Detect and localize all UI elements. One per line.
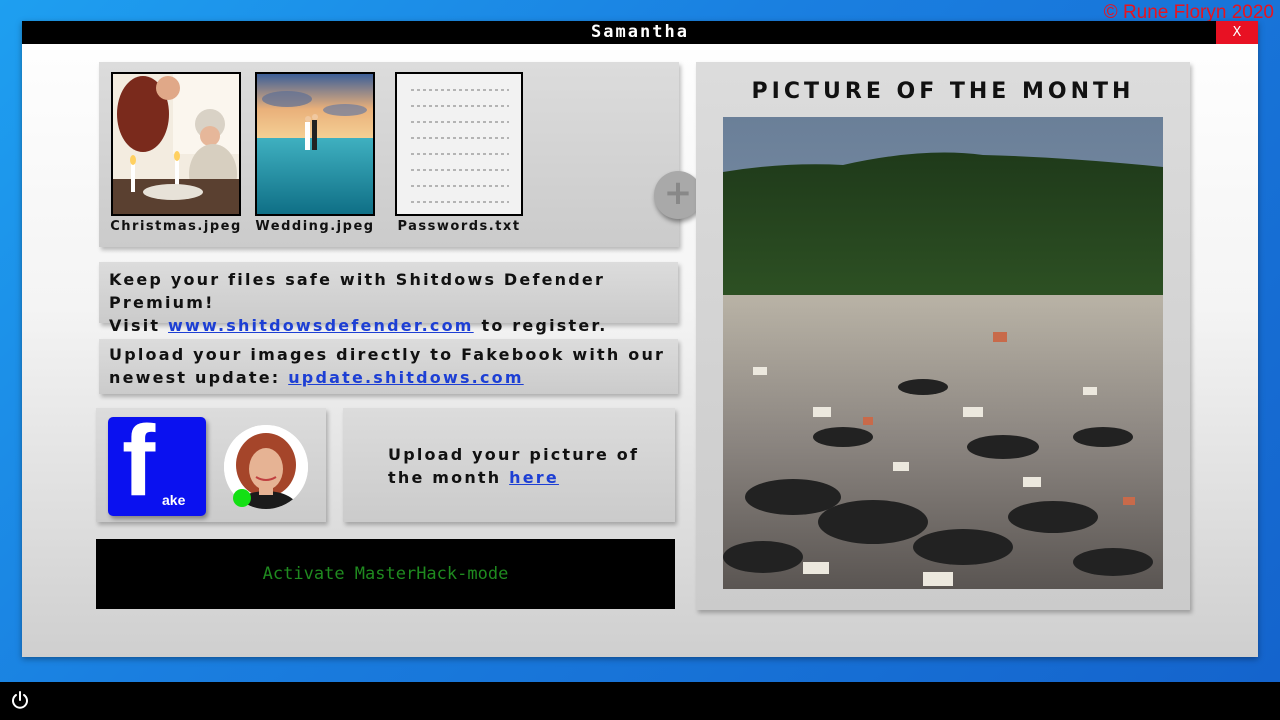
- christmas-thumbnail: [111, 72, 241, 216]
- window-title: Samantha: [591, 22, 689, 42]
- upload-instructions: Upload your picture of the month here: [388, 443, 639, 489]
- file-passwords[interactable]: Passwords.txt: [393, 72, 525, 234]
- promo-line: Upload your images directly to Fakebook …: [109, 345, 666, 364]
- fakebook-panel: f ake: [96, 408, 326, 522]
- fakebook-logo[interactable]: f ake: [108, 411, 206, 516]
- wedding-thumbnail: [255, 72, 375, 216]
- upload-prefix: the month: [388, 468, 502, 487]
- promo-prefix: newest update:: [109, 368, 281, 387]
- taskbar: [0, 682, 1280, 720]
- picture-of-the-month-panel: PICTURE OF THE MONTH: [696, 62, 1190, 610]
- file-name: Wedding.jpeg: [255, 219, 375, 234]
- title-bar[interactable]: Samantha X: [22, 21, 1258, 44]
- files-panel: Christmas.jpeg Wedding.jpeg Passwords.tx…: [99, 62, 702, 247]
- fakebook-promo: Upload your images directly to Fakebook …: [99, 339, 678, 394]
- upload-line: the month here: [388, 466, 639, 489]
- promo-prefix: Visit: [109, 316, 161, 335]
- file-christmas[interactable]: Christmas.jpeg: [109, 72, 243, 234]
- potm-image[interactable]: [723, 117, 1163, 589]
- masterhack-button[interactable]: Activate MasterHack-mode: [96, 539, 675, 609]
- masterhack-label: Activate MasterHack-mode: [262, 564, 509, 584]
- close-button[interactable]: X: [1216, 21, 1258, 44]
- plus-icon: +: [663, 173, 693, 213]
- defender-promo: Keep your files safe with Shitdows Defen…: [99, 262, 678, 335]
- potm-title: PICTURE OF THE MONTH: [751, 79, 1135, 104]
- power-icon[interactable]: [10, 690, 30, 710]
- defender-link[interactable]: www.shitdowsdefender.com: [168, 316, 474, 335]
- upload-here-link[interactable]: here: [509, 468, 559, 487]
- promo-line: newest update: update.shitdows.com: [109, 366, 668, 389]
- add-file-button[interactable]: +: [654, 171, 702, 219]
- fakebook-suffix: ake: [162, 492, 186, 508]
- online-status-indicator: [233, 489, 251, 507]
- file-name: Passwords.txt: [397, 219, 521, 234]
- upload-panel: Upload your picture of the month here: [343, 408, 675, 522]
- app-window: Samantha X Christmas.jpeg Wedding.jpeg P…: [22, 21, 1258, 657]
- text-document-icon: [395, 72, 523, 216]
- file-wedding[interactable]: Wedding.jpeg: [253, 72, 377, 234]
- update-link[interactable]: update.shitdows.com: [288, 368, 524, 387]
- promo-line: Visit www.shitdowsdefender.com to regist…: [109, 314, 668, 337]
- file-name: Christmas.jpeg: [110, 219, 242, 234]
- fakebook-letter: f: [122, 405, 156, 517]
- upload-line: Upload your picture of: [388, 445, 640, 464]
- promo-line: Keep your files safe with Shitdows Defen…: [109, 270, 606, 312]
- promo-suffix: to register.: [481, 316, 608, 335]
